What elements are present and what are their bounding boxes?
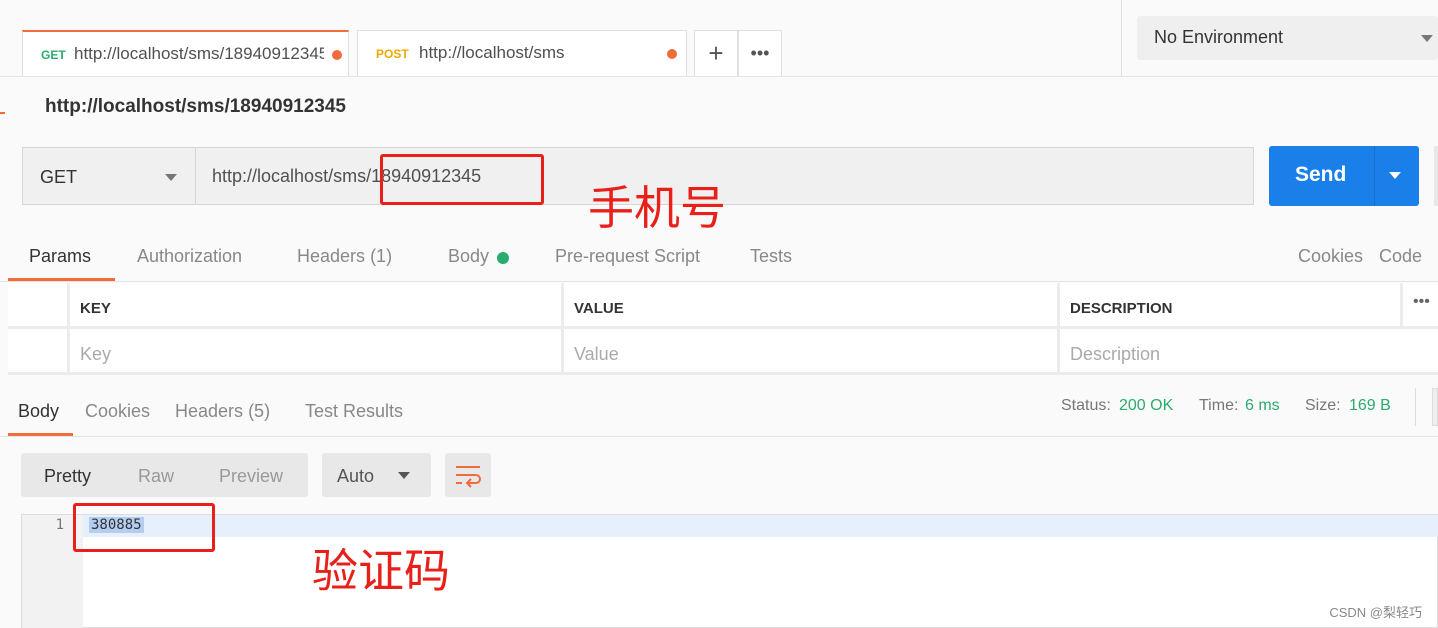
unsaved-dot-icon	[667, 49, 677, 59]
tab-get-request[interactable]: GET http://localhost/sms/18940912345	[22, 30, 349, 76]
table-header-description: DESCRIPTION	[1060, 283, 1403, 329]
phone-annotation: 手机号	[588, 181, 726, 235]
method-label: GET	[40, 167, 78, 187]
save-button-edge[interactable]	[1434, 146, 1438, 206]
chevron-down-icon	[398, 472, 410, 479]
format-label: Auto	[337, 466, 375, 486]
chevron-down-icon	[1421, 35, 1433, 42]
status-label: Status:	[1061, 397, 1111, 414]
params-table: KEY VALUE DESCRIPTION ••• Key Value Desc…	[8, 283, 1438, 375]
code-annotation: 验证码	[312, 544, 450, 598]
tab-url-label: http://localhost/sms	[419, 43, 565, 62]
tab-authorization[interactable]: Authorization	[137, 246, 242, 267]
cookies-link[interactable]: Cookies	[1298, 246, 1363, 267]
table-header-value: VALUE	[564, 283, 1060, 329]
send-button[interactable]: Send	[1269, 146, 1419, 206]
request-title[interactable]: http://localhost/sms/18940912345	[45, 96, 346, 118]
tab-body[interactable]: Body	[448, 246, 489, 267]
unsaved-dot-icon	[332, 50, 342, 60]
time-value[interactable]: 6 ms	[1245, 397, 1280, 415]
status-value[interactable]: 200 OK	[1119, 397, 1173, 415]
tab-body-label: Body	[448, 246, 490, 266]
table-header-cell	[8, 283, 70, 329]
divider	[1121, 0, 1122, 76]
chevron-down-icon	[165, 174, 177, 181]
tab-method-label: POST	[376, 47, 409, 61]
wrap-lines-icon	[456, 466, 481, 488]
preview-button[interactable]: Preview	[219, 466, 283, 487]
description-input[interactable]: Description	[1060, 329, 1438, 375]
key-input[interactable]: Key	[70, 329, 564, 375]
headers-count-badge: (1)	[370, 246, 393, 266]
method-select[interactable]: GET	[22, 147, 196, 205]
response-headers-count-badge: (5)	[248, 401, 271, 421]
code-link[interactable]: Code	[1379, 246, 1422, 267]
more-icon: •••	[750, 43, 770, 63]
raw-button[interactable]: Raw	[138, 466, 174, 487]
tab-response-cookies[interactable]: Cookies	[85, 401, 150, 422]
more-icon: •••	[1413, 293, 1430, 310]
divider	[0, 436, 1438, 437]
value-input[interactable]: Value	[564, 329, 1060, 375]
wrap-lines-button[interactable]	[445, 453, 491, 497]
watermark: CSDN @梨轻巧	[1329, 605, 1422, 620]
divider	[1415, 388, 1416, 426]
tab-method-label: GET	[41, 48, 66, 62]
environment-label: No Environment	[1154, 27, 1284, 47]
tab-params[interactable]: Params	[29, 246, 91, 267]
tab-headers-label: Headers	[297, 246, 366, 266]
body-indicator-dot-icon	[497, 252, 509, 264]
tab-url-label: http://localhost/sms/18940912345	[74, 44, 324, 63]
sidebar-edge	[0, 112, 5, 114]
tab-prerequest-script[interactable]: Pre-request Script	[555, 246, 700, 267]
pretty-button[interactable]: Pretty	[44, 466, 91, 487]
time-label: Time:	[1199, 397, 1239, 414]
tab-response-body[interactable]: Body	[18, 401, 59, 422]
tab-post-request[interactable]: POST http://localhost/sms	[357, 30, 687, 76]
tab-headers[interactable]: Headers (1)	[297, 246, 392, 267]
response-options-button[interactable]	[1432, 388, 1438, 426]
send-label: Send	[1295, 163, 1347, 186]
size-label: Size:	[1305, 397, 1341, 414]
tab-test-results[interactable]: Test Results	[305, 401, 403, 422]
format-select[interactable]: Auto	[322, 453, 431, 497]
active-line-highlight	[83, 515, 1438, 537]
line-number: 1	[55, 517, 64, 533]
table-row-checkbox-cell	[8, 329, 70, 375]
tab-options-button[interactable]: •••	[738, 30, 782, 76]
chevron-down-icon[interactable]	[1389, 172, 1401, 179]
divider	[1374, 146, 1375, 206]
plus-icon: +	[708, 38, 724, 68]
code-highlight-box	[73, 503, 215, 552]
divider	[0, 281, 1438, 282]
phone-highlight-box	[380, 154, 544, 205]
size-value[interactable]: 169 B	[1349, 397, 1391, 415]
tab-response-headers-label: Headers	[175, 401, 244, 421]
tab-response-headers[interactable]: Headers (5)	[175, 401, 270, 422]
url-prefix: http://localhost/sms/	[212, 166, 372, 186]
table-options-button[interactable]: •••	[1403, 283, 1438, 329]
table-header-key: KEY	[70, 283, 564, 329]
view-mode-group: Pretty Raw Preview	[21, 453, 308, 497]
tab-tests[interactable]: Tests	[750, 246, 792, 267]
new-tab-button[interactable]: +	[694, 30, 738, 76]
environment-select[interactable]: No Environment	[1137, 16, 1438, 60]
